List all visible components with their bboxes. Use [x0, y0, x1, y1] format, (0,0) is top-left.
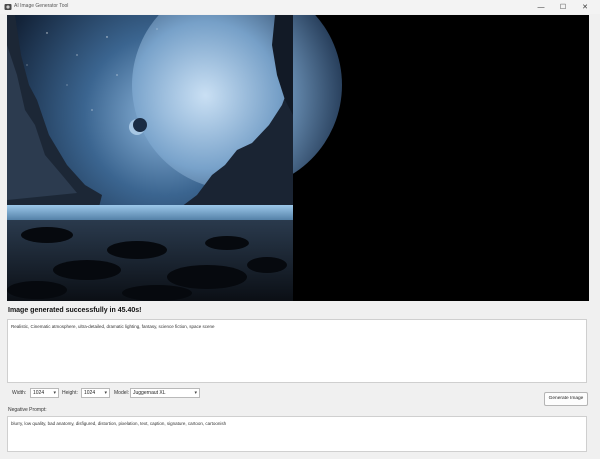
title-bar: AI Image Generator Tool — ☐ ✕	[0, 0, 600, 14]
status-message: Image generated successfully in 45.40s!	[8, 307, 142, 314]
generate-image-button[interactable]: Generate Image	[544, 392, 588, 406]
width-value: 1024	[33, 390, 45, 396]
maximize-button[interactable]: ☐	[552, 0, 574, 14]
height-label: Height:	[62, 390, 78, 396]
chevron-down-icon: ▾	[104, 390, 107, 396]
close-button[interactable]: ✕	[574, 0, 596, 14]
settings-row: Width: 1024 ▾ Height: 1024 ▾ Model: Jugg…	[0, 388, 600, 400]
window-controls: — ☐ ✕	[530, 0, 596, 14]
chevron-down-icon: ▾	[194, 390, 197, 396]
negative-prompt-label: Negative Prompt:	[8, 407, 47, 413]
width-label: Width:	[12, 390, 27, 396]
model-value: Juggernaut XL	[133, 390, 166, 396]
minimize-button[interactable]: —	[530, 0, 552, 14]
window-title: AI Image Generator Tool	[14, 3, 69, 9]
image-display	[7, 15, 589, 301]
model-label: Model:	[114, 390, 130, 396]
generated-image	[7, 15, 342, 301]
model-select[interactable]: Juggernaut XL ▾	[130, 388, 200, 398]
height-value: 1024	[84, 390, 96, 396]
negative-prompt-input[interactable]: blurry, low quality, bad anatomy, disfig…	[7, 416, 587, 452]
prompt-input[interactable]: Realistic, Cinematic atmosphere, ultra-d…	[7, 319, 587, 383]
app-icon	[4, 4, 12, 10]
width-select[interactable]: 1024 ▾	[30, 388, 59, 398]
chevron-down-icon: ▾	[53, 390, 56, 396]
height-select[interactable]: 1024 ▾	[81, 388, 110, 398]
